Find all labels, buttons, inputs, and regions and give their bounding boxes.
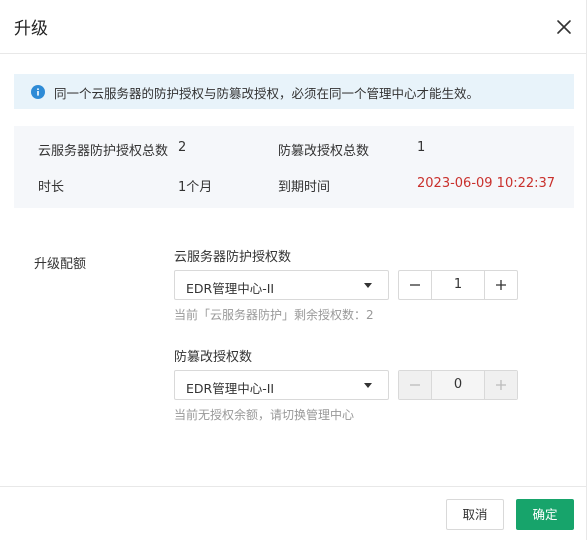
tamper-center-select[interactable]: EDR管理中心-II xyxy=(174,370,389,400)
chevron-down-icon xyxy=(364,383,372,388)
dialog-title: 升级 xyxy=(14,19,48,39)
close-icon xyxy=(557,20,571,34)
confirm-button[interactable]: 确定 xyxy=(516,499,574,530)
tamper-total-label: 防篡改授权总数 xyxy=(278,144,370,159)
chevron-down-icon xyxy=(364,283,372,288)
tamper-quantity-stepper: 0 xyxy=(398,370,518,400)
dialog-footer: 取消 确定 xyxy=(0,486,586,541)
duration-value: 1个月 xyxy=(178,180,213,195)
minus-icon xyxy=(410,284,420,286)
minus-icon xyxy=(410,384,420,386)
plus-icon xyxy=(496,380,506,390)
server-quantity-stepper: 1 xyxy=(398,270,518,300)
plus-icon xyxy=(496,280,506,290)
server-total-label: 云服务器防护授权总数 xyxy=(38,144,169,159)
server-center-value: EDR管理中心-II xyxy=(186,281,275,296)
upgrade-quota-label: 升级配额 xyxy=(34,257,87,272)
server-license-label: 云服务器防护授权数 xyxy=(174,250,292,265)
tamper-increment-button[interactable] xyxy=(484,371,517,399)
info-alert: 同一个云服务器的防护授权与防篡改授权，必须在同一个管理中心才能生效。 xyxy=(14,74,574,109)
tamper-total-value: 1 xyxy=(417,140,426,155)
server-total-value: 2 xyxy=(178,140,187,155)
close-button[interactable] xyxy=(553,16,575,38)
expiry-value: 2023-06-09 10:22:37 xyxy=(417,176,556,191)
tamper-license-hint: 当前无授权余额，请切换管理中心 xyxy=(174,408,355,422)
tamper-license-label: 防篡改授权数 xyxy=(174,350,253,365)
dialog-header: 升级 xyxy=(0,0,586,54)
license-summary: 云服务器防护授权总数 2 防篡改授权总数 1 时长 1个月 到期时间 2023-… xyxy=(14,126,574,208)
tamper-decrement-button[interactable] xyxy=(399,371,432,399)
server-center-select[interactable]: EDR管理中心-II xyxy=(174,270,389,300)
tamper-quantity-input[interactable]: 0 xyxy=(432,371,484,399)
info-icon xyxy=(31,85,45,99)
expiry-label: 到期时间 xyxy=(278,180,331,195)
duration-label: 时长 xyxy=(38,180,65,195)
server-license-hint: 当前「云服务器防护」剩余授权数：2 xyxy=(174,308,374,322)
alert-message: 同一个云服务器的防护授权与防篡改授权，必须在同一个管理中心才能生效。 xyxy=(54,86,480,101)
server-increment-button[interactable] xyxy=(484,271,517,299)
tamper-center-value: EDR管理中心-II xyxy=(186,381,275,396)
server-decrement-button[interactable] xyxy=(399,271,432,299)
server-quantity-input[interactable]: 1 xyxy=(432,271,484,299)
cancel-button[interactable]: 取消 xyxy=(446,499,504,530)
upgrade-dialog: 升级 同一个云服务器的防护授权与防篡改授权，必须在同一个管理中心才能生效。 云服… xyxy=(0,0,587,540)
